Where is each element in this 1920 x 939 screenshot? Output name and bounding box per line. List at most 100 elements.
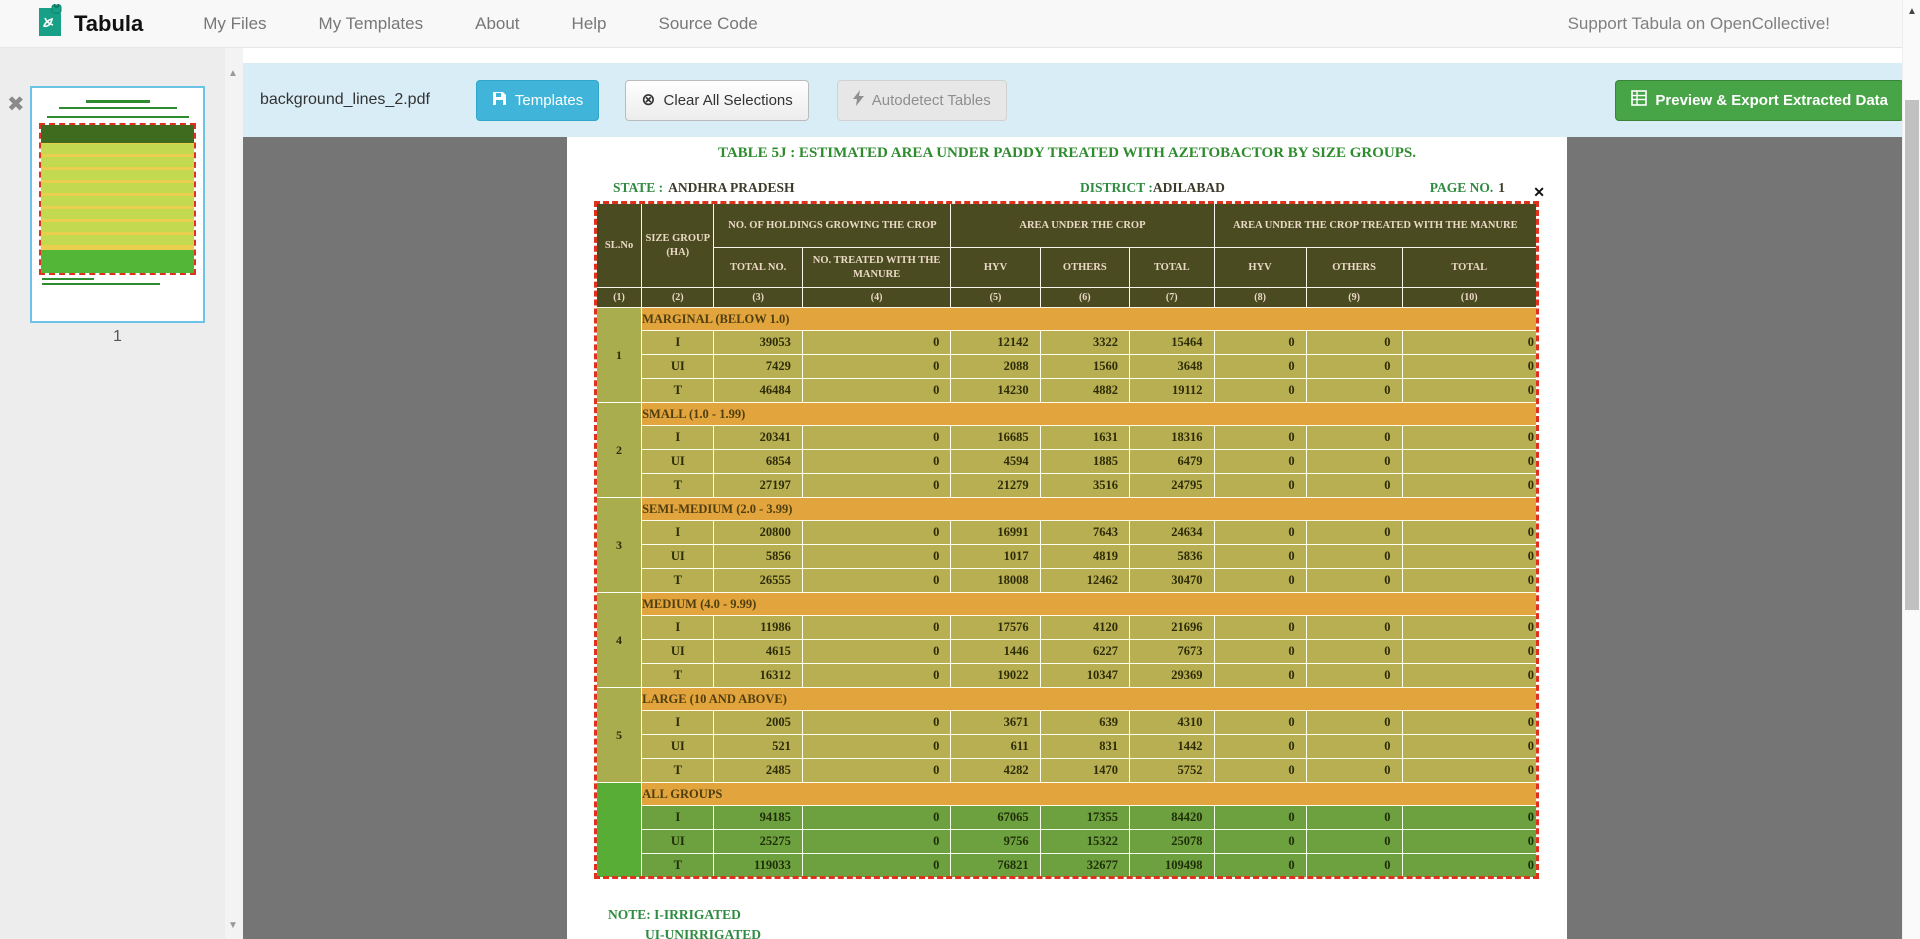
value-cell: 19022 <box>951 664 1040 688</box>
main-scroll-up-icon[interactable]: ▲ <box>1907 6 1917 17</box>
irrigation-type-cell: UI <box>642 450 714 474</box>
sidebar-scrollbar[interactable]: ▲ ▼ <box>225 48 243 939</box>
value-cell: 16685 <box>951 426 1040 450</box>
group-band-row: 3SEMI-MEDIUM (2.0 - 3.99) <box>597 498 1537 521</box>
col-header-slno: SL.No <box>597 204 642 288</box>
table-row: UI52106118311442000 <box>597 735 1537 759</box>
value-cell: 0 <box>1214 355 1306 379</box>
toolbar: background_lines_2.pdf Templates ⊗ Clear… <box>243 63 1920 137</box>
slno-cell: 1 <box>597 308 642 403</box>
pdf-viewport: TABLE 5J : ESTIMATED AREA UNDER PADDY TR… <box>243 137 1920 939</box>
table-row: UI25275097561532225078000 <box>597 830 1537 854</box>
value-cell: 0 <box>802 711 951 735</box>
value-cell: 119033 <box>714 854 802 878</box>
irrigation-type-cell: UI <box>642 735 714 759</box>
table-row: I11986017576412021696000 <box>597 616 1537 640</box>
value-cell: 16991 <box>951 521 1040 545</box>
templates-button[interactable]: Templates <box>476 80 599 121</box>
value-cell: 0 <box>1402 426 1536 450</box>
irrigation-type-cell: T <box>642 854 714 878</box>
value-cell: 0 <box>1402 854 1536 878</box>
value-cell: 0 <box>1402 806 1536 830</box>
value-cell: 1017 <box>951 545 1040 569</box>
value-cell: 30470 <box>1129 569 1214 593</box>
group-band-row: 2SMALL (1.0 - 1.99) <box>597 403 1537 426</box>
value-cell: 1631 <box>1040 426 1129 450</box>
irrigation-type-cell: UI <box>642 830 714 854</box>
value-cell: 0 <box>1402 664 1536 688</box>
preview-export-button[interactable]: Preview & Export Extracted Data <box>1615 80 1904 121</box>
nav-help[interactable]: Help <box>572 14 607 34</box>
value-cell: 0 <box>1306 830 1402 854</box>
clear-all-selections-button[interactable]: ⊗ Clear All Selections <box>625 80 808 121</box>
doc-table-body: SL.No SIZE GROUP (HA) NO. OF HOLDINGS GR… <box>597 204 1537 878</box>
value-cell: 0 <box>1402 759 1536 783</box>
value-cell: 0 <box>802 450 951 474</box>
page-thumbnail[interactable] <box>30 86 205 323</box>
value-cell: 0 <box>802 569 951 593</box>
table-row: I20341016685163118316000 <box>597 426 1537 450</box>
col-header-holdings: NO. OF HOLDINGS GROWING THE CROP <box>714 204 951 248</box>
value-cell: 24795 <box>1129 474 1214 498</box>
value-cell: 0 <box>1402 616 1536 640</box>
nav-my-files[interactable]: My Files <box>203 14 266 34</box>
nav-source-code[interactable]: Source Code <box>659 14 758 34</box>
table-row: I941850670651735584420000 <box>597 806 1537 830</box>
table-row: I39053012142332215464000 <box>597 331 1537 355</box>
lightning-icon <box>853 90 864 110</box>
value-cell: 521 <box>714 735 802 759</box>
main-scrollbar-thumb[interactable] <box>1905 100 1919 610</box>
page-no-field: PAGE NO.1 <box>1430 180 1505 196</box>
value-cell: 17576 <box>951 616 1040 640</box>
value-cell: 0 <box>802 331 951 355</box>
group-band-row: 1MARGINAL (BELOW 1.0) <box>597 308 1537 331</box>
value-cell: 0 <box>1306 664 1402 688</box>
remove-page-icon[interactable]: ✖ <box>7 94 25 115</box>
autodetect-tables-button[interactable]: Autodetect Tables <box>837 80 1007 121</box>
value-cell: 0 <box>1306 331 1402 355</box>
table-selection: SL.No SIZE GROUP (HA) NO. OF HOLDINGS GR… <box>596 203 1537 877</box>
value-cell: 0 <box>1306 426 1402 450</box>
value-cell: 32677 <box>1040 854 1129 878</box>
save-template-icon <box>492 91 507 110</box>
value-cell: 0 <box>1214 569 1306 593</box>
table-row: UI58560101748195836000 <box>597 545 1537 569</box>
value-cell: 12462 <box>1040 569 1129 593</box>
table-row: UI68540459418856479000 <box>597 450 1537 474</box>
irrigation-type-cell: I <box>642 711 714 735</box>
pdf-page[interactable]: TABLE 5J : ESTIMATED AREA UNDER PADDY TR… <box>567 137 1567 939</box>
value-cell: 0 <box>1214 806 1306 830</box>
irrigation-type-cell: UI <box>642 640 714 664</box>
value-cell: 6227 <box>1040 640 1129 664</box>
table-row: T46484014230488219112000 <box>597 379 1537 403</box>
value-cell: 0 <box>1306 474 1402 498</box>
irrigation-type-cell: I <box>642 806 714 830</box>
slno-cell <box>597 783 642 878</box>
value-cell: 0 <box>1306 379 1402 403</box>
main-scrollbar[interactable]: ▲ <box>1902 0 1920 939</box>
value-cell: 17355 <box>1040 806 1129 830</box>
value-cell: 10347 <box>1040 664 1129 688</box>
value-cell: 0 <box>1402 735 1536 759</box>
value-cell: 14230 <box>951 379 1040 403</box>
value-cell: 84420 <box>1129 806 1214 830</box>
scroll-up-icon[interactable]: ▲ <box>228 68 238 79</box>
scroll-down-icon[interactable]: ▼ <box>228 920 238 931</box>
value-cell: 5836 <box>1129 545 1214 569</box>
irrigation-type-cell: I <box>642 616 714 640</box>
document-filename: background_lines_2.pdf <box>260 91 430 109</box>
district-field: DISTRICT :ADILABAD <box>1080 180 1225 196</box>
nav-about[interactable]: About <box>475 14 519 34</box>
value-cell: 15322 <box>1040 830 1129 854</box>
value-cell: 0 <box>802 474 951 498</box>
irrigation-type-cell: I <box>642 331 714 355</box>
support-link[interactable]: Support Tabula on OpenCollective! <box>1568 14 1830 34</box>
selection-close-icon[interactable]: ✕ <box>1533 184 1545 201</box>
nav-my-templates[interactable]: My Templates <box>319 14 424 34</box>
value-cell: 611 <box>951 735 1040 759</box>
group-band-row: ALL GROUPS <box>597 783 1537 806</box>
brand-title: Tabula <box>74 11 143 37</box>
brand-link[interactable]: Tabula <box>35 4 143 43</box>
col-header-size-group: SIZE GROUP (HA) <box>642 204 714 288</box>
group-band-label: SMALL (1.0 - 1.99) <box>642 403 1537 426</box>
